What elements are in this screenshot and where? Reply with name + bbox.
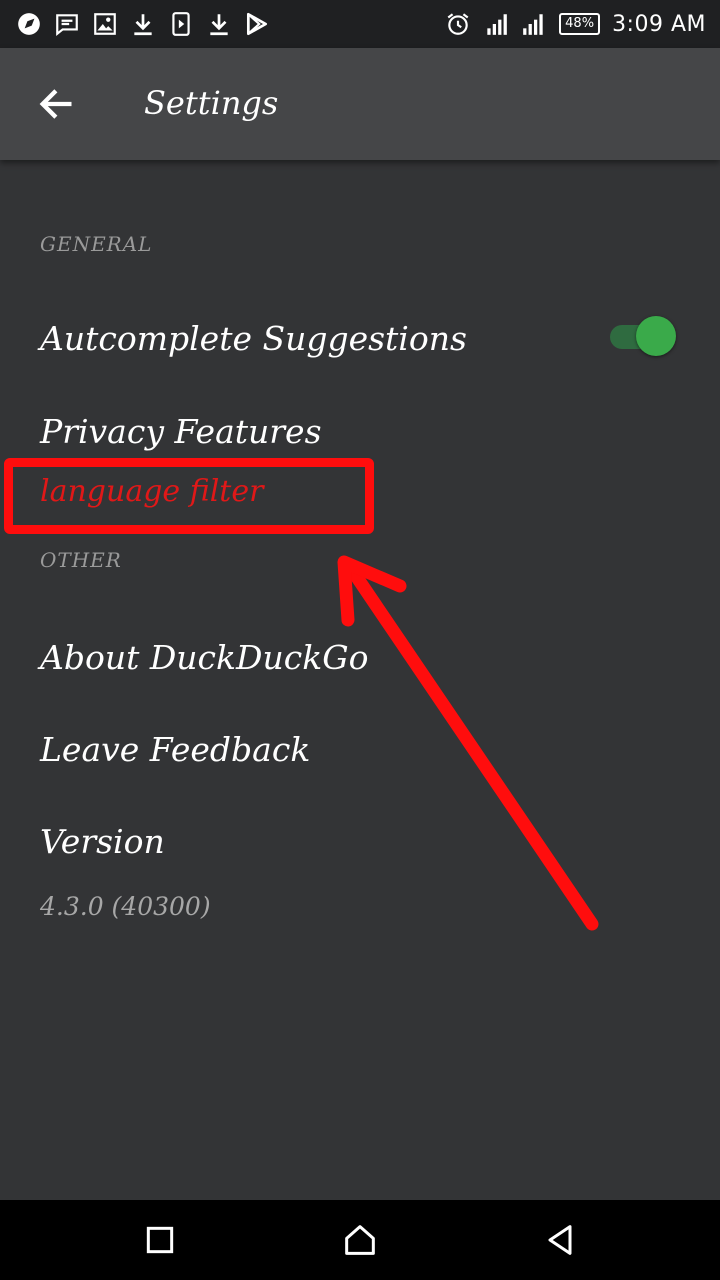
section-header-other: OTHER — [40, 548, 122, 572]
message-icon — [54, 11, 80, 37]
autocomplete-toggle[interactable] — [606, 316, 676, 358]
privacy-features-item[interactable]: Privacy Features — [0, 396, 720, 466]
navigation-bar — [0, 1200, 720, 1280]
annotation-highlight-box — [4, 458, 374, 534]
recents-square-icon — [146, 1226, 174, 1254]
arrow-left-icon — [39, 89, 72, 119]
video-icon — [168, 11, 194, 37]
about-duckduckgo-item[interactable]: About DuckDuckGo — [0, 620, 720, 694]
recents-button[interactable] — [138, 1218, 182, 1262]
back-triangle-icon — [548, 1225, 572, 1255]
back-nav-button[interactable] — [538, 1218, 582, 1262]
version-number: 4.3.0 (40300) — [40, 891, 211, 921]
version-item: Version — [0, 806, 720, 876]
compass-icon — [16, 11, 42, 37]
status-system-icons: 48% 3:09 AM — [445, 11, 706, 37]
home-icon — [345, 1225, 375, 1255]
settings-screen: 48% 3:09 AM Settings GENERAL Autcomplete… — [0, 0, 720, 1280]
signal-icon — [483, 11, 509, 37]
signal-icon — [521, 11, 547, 37]
page-title: Settings — [144, 84, 279, 122]
home-button[interactable] — [338, 1218, 382, 1262]
version-label: Version — [40, 821, 165, 861]
back-button[interactable] — [0, 48, 112, 160]
alarm-icon — [445, 11, 471, 37]
leave-feedback-label: Leave Feedback — [40, 729, 311, 769]
download-icon — [130, 11, 156, 37]
status-bar: 48% 3:09 AM — [0, 0, 720, 48]
image-icon — [92, 11, 118, 37]
section-header-general: GENERAL — [40, 232, 153, 256]
battery-indicator: 48% — [559, 13, 601, 35]
privacy-features-label: Privacy Features — [40, 411, 322, 451]
autocomplete-suggestions-label: Autcomplete Suggestions — [40, 318, 467, 358]
version-summary-row: 4.3.0 (40300) — [0, 884, 720, 928]
download-icon — [206, 11, 232, 37]
leave-feedback-item[interactable]: Leave Feedback — [0, 712, 720, 786]
play-store-icon — [244, 11, 270, 37]
app-bar: Settings — [0, 48, 720, 160]
status-clock: 3:09 AM — [612, 11, 706, 37]
status-notification-icons — [16, 11, 270, 37]
about-duckduckgo-label: About DuckDuckGo — [40, 637, 369, 677]
toggle-thumb — [636, 316, 676, 356]
